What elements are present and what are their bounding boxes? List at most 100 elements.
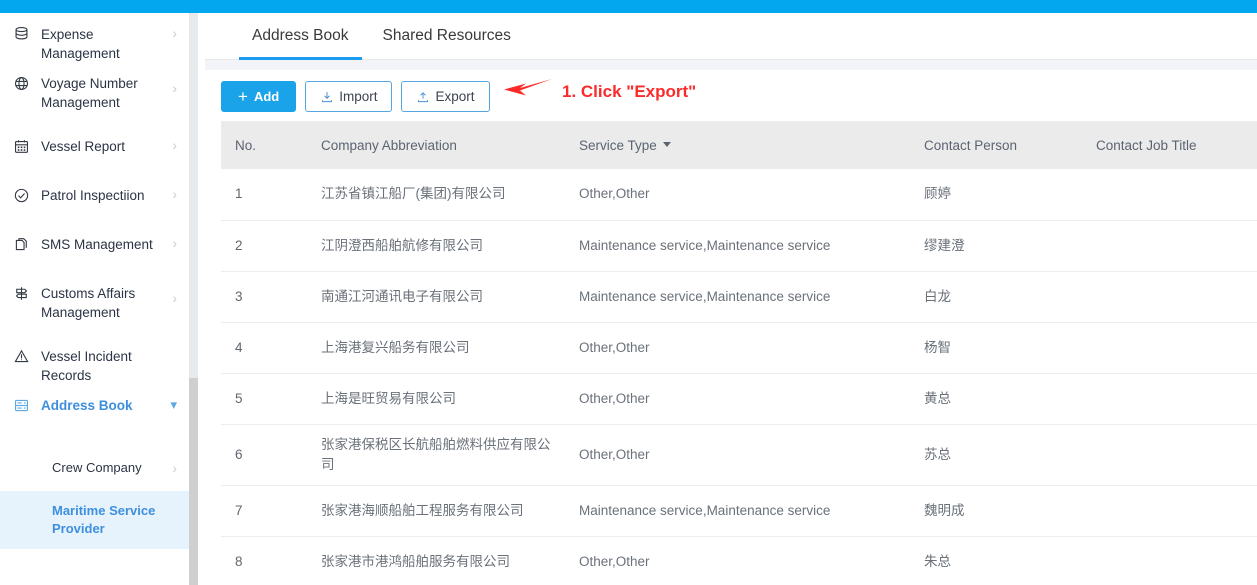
cell-contact-person: 苏总 [910, 424, 1082, 486]
cell-contact-person: 杨智 [910, 322, 1082, 374]
cell-contact-job-title [1082, 536, 1257, 585]
chevron-right-icon: › [172, 25, 177, 41]
cell-company: 张家港海顺船舶工程服务有限公司 [307, 485, 565, 537]
cell-service-type: Other,Other [565, 169, 910, 221]
download-icon [320, 90, 334, 104]
cell-contact-job-title [1082, 485, 1257, 537]
chevron-right-icon: › [172, 235, 177, 251]
table-row[interactable]: 5 上海是旺贸易有限公司 Other,Other 黄总 [221, 373, 1257, 425]
sidebar-item-label: Voyage Number Management [41, 76, 138, 110]
cell-company: 江苏省镇江船厂(集团)有限公司 [307, 169, 565, 221]
sort-caret-icon[interactable] [662, 142, 671, 148]
cell-service-type: Other,Other [565, 424, 910, 486]
cell-contact-person: 朱总 [910, 536, 1082, 585]
table-row[interactable]: 2 江阴澄西船舶航修有限公司 Maintenance service,Maint… [221, 220, 1257, 272]
cell-no: 1 [221, 169, 307, 221]
chevron-right-icon: › [172, 137, 177, 153]
cell-no: 8 [221, 536, 307, 585]
table-row[interactable]: 4 上海港复兴船务有限公司 Other,Other 杨智 [221, 322, 1257, 374]
table-row[interactable]: 3 南通江河通讯电子有限公司 Maintenance service,Maint… [221, 271, 1257, 323]
tab-label: Address Book [252, 27, 349, 44]
content-gap-bar [205, 60, 1257, 70]
cell-contact-person: 黄总 [910, 373, 1082, 425]
sidebar-subitem-crew-company[interactable]: Crew Company › [0, 444, 189, 491]
cell-service-type: Other,Other [565, 536, 910, 585]
cell-contact-person: 白龙 [910, 271, 1082, 323]
sidebar-item-label: Address Book [41, 398, 133, 413]
sidebar-item-customs-affairs-management[interactable]: Customs Affairs Management › [0, 283, 189, 346]
table-body: 1 江苏省镇江船厂(集团)有限公司 Other,Other 顾婷 2 江阴澄西船… [221, 169, 1257, 585]
cell-contact-job-title [1082, 373, 1257, 425]
table-row[interactable]: 1 江苏省镇江船厂(集团)有限公司 Other,Other 顾婷 [221, 169, 1257, 221]
export-button-label: Export [435, 89, 475, 104]
calendar-icon [10, 136, 32, 156]
column-label: Company Abbreviation [321, 137, 457, 153]
column-header-company-abbreviation: Company Abbreviation [307, 121, 565, 169]
chevron-right-icon: › [172, 459, 177, 476]
table-header-row: No. Company Abbreviation Service Type Co… [221, 121, 1257, 169]
cell-service-type: Other,Other [565, 322, 910, 374]
chevron-right-icon: › [172, 186, 177, 202]
column-label: Contact Person [924, 137, 1018, 153]
check-circle-icon [10, 185, 32, 205]
sidebar-subitem-label: Maritime Service Provider [52, 503, 156, 536]
upload-icon [416, 90, 430, 104]
column-header-contact-job-title: Contact Job Title [1082, 121, 1257, 169]
table-row[interactable]: 8 张家港市港鸿船舶服务有限公司 Other,Other 朱总 [221, 536, 1257, 585]
cell-service-type: Other,Other [565, 373, 910, 425]
sidebar-item-patrol-inspection[interactable]: Patrol Inspectiion › [0, 185, 189, 234]
cell-no: 4 [221, 322, 307, 374]
column-header-no: No. [221, 121, 307, 169]
cell-contact-person: 魏明成 [910, 485, 1082, 537]
sidebar-item-label: Expense Management [41, 27, 120, 61]
table-row[interactable]: 7 张家港海顺船舶工程服务有限公司 Maintenance service,Ma… [221, 485, 1257, 537]
column-label: No. [235, 137, 257, 153]
sidebar-item-sms-management[interactable]: SMS Management › [0, 234, 189, 283]
cell-contact-person: 缪建澄 [910, 220, 1082, 272]
cell-service-type: Maintenance service,Maintenance service [565, 485, 910, 537]
sidebar-divider [198, 13, 205, 585]
sidebar-subitem-maritime-service-provider[interactable]: Maritime Service Provider [0, 491, 189, 549]
column-header-service-type[interactable]: Service Type [565, 121, 910, 169]
globe-icon [10, 73, 32, 93]
column-header-contact-person: Contact Person [910, 121, 1082, 169]
cell-contact-job-title [1082, 271, 1257, 323]
cell-company: 南通江河通讯电子有限公司 [307, 271, 565, 323]
cell-company: 江阴澄西船舶航修有限公司 [307, 220, 565, 272]
table-row[interactable]: 6 张家港保税区长航船舶燃料供应有限公司 Other,Other 苏总 [221, 424, 1257, 486]
sidebar-item-expense-management[interactable]: Expense Management › [0, 24, 189, 73]
address-book-icon [10, 395, 32, 415]
app-root: Expense Management › Voyage Number Manag… [0, 0, 1257, 585]
annotation-overlay: 1. Click "Export" [500, 76, 696, 107]
cell-no: 2 [221, 220, 307, 272]
sidebar-item-label: Vessel Incident Records [41, 349, 132, 383]
left-arrow-icon [500, 76, 556, 107]
database-icon [10, 24, 32, 44]
add-button[interactable]: + Add [221, 81, 297, 112]
documents-icon [10, 234, 32, 254]
cell-service-type: Maintenance service,Maintenance service [565, 220, 910, 272]
cell-contact-job-title [1082, 220, 1257, 272]
sidebar-navigation: Expense Management › Voyage Number Manag… [0, 13, 189, 585]
cell-contact-person: 顾婷 [910, 169, 1082, 221]
sidebar-item-vessel-report[interactable]: Vessel Report › [0, 136, 189, 185]
cell-company: 上海是旺贸易有限公司 [307, 373, 565, 425]
sidebar-item-voyage-number-management[interactable]: Voyage Number Management › [0, 73, 189, 136]
main-content: Address Book Shared Resources + Add Impo… [205, 13, 1257, 585]
sidebar-item-label: Customs Affairs Management [41, 286, 136, 320]
tab-label: Shared Resources [382, 27, 511, 44]
cell-contact-job-title [1082, 169, 1257, 221]
cell-no: 5 [221, 373, 307, 425]
tab-shared-resources[interactable]: Shared Resources [366, 13, 528, 60]
top-app-bar [0, 0, 1257, 13]
sidebar-item-address-book[interactable]: Address Book ▾ [0, 395, 189, 444]
import-button[interactable]: Import [305, 81, 393, 112]
export-button[interactable]: Export [401, 81, 490, 112]
column-label: Service Type [579, 137, 657, 153]
tab-address-book[interactable]: Address Book [235, 13, 366, 60]
data-table-wrapper: No. Company Abbreviation Service Type Co… [221, 121, 1257, 585]
sidebar-scrollbar-thumb[interactable] [189, 378, 198, 585]
cell-service-type: Maintenance service,Maintenance service [565, 271, 910, 323]
sidebar-item-vessel-incident-records[interactable]: Vessel Incident Records [0, 346, 189, 395]
sidebar-subitem-label: Crew Company [52, 459, 142, 475]
